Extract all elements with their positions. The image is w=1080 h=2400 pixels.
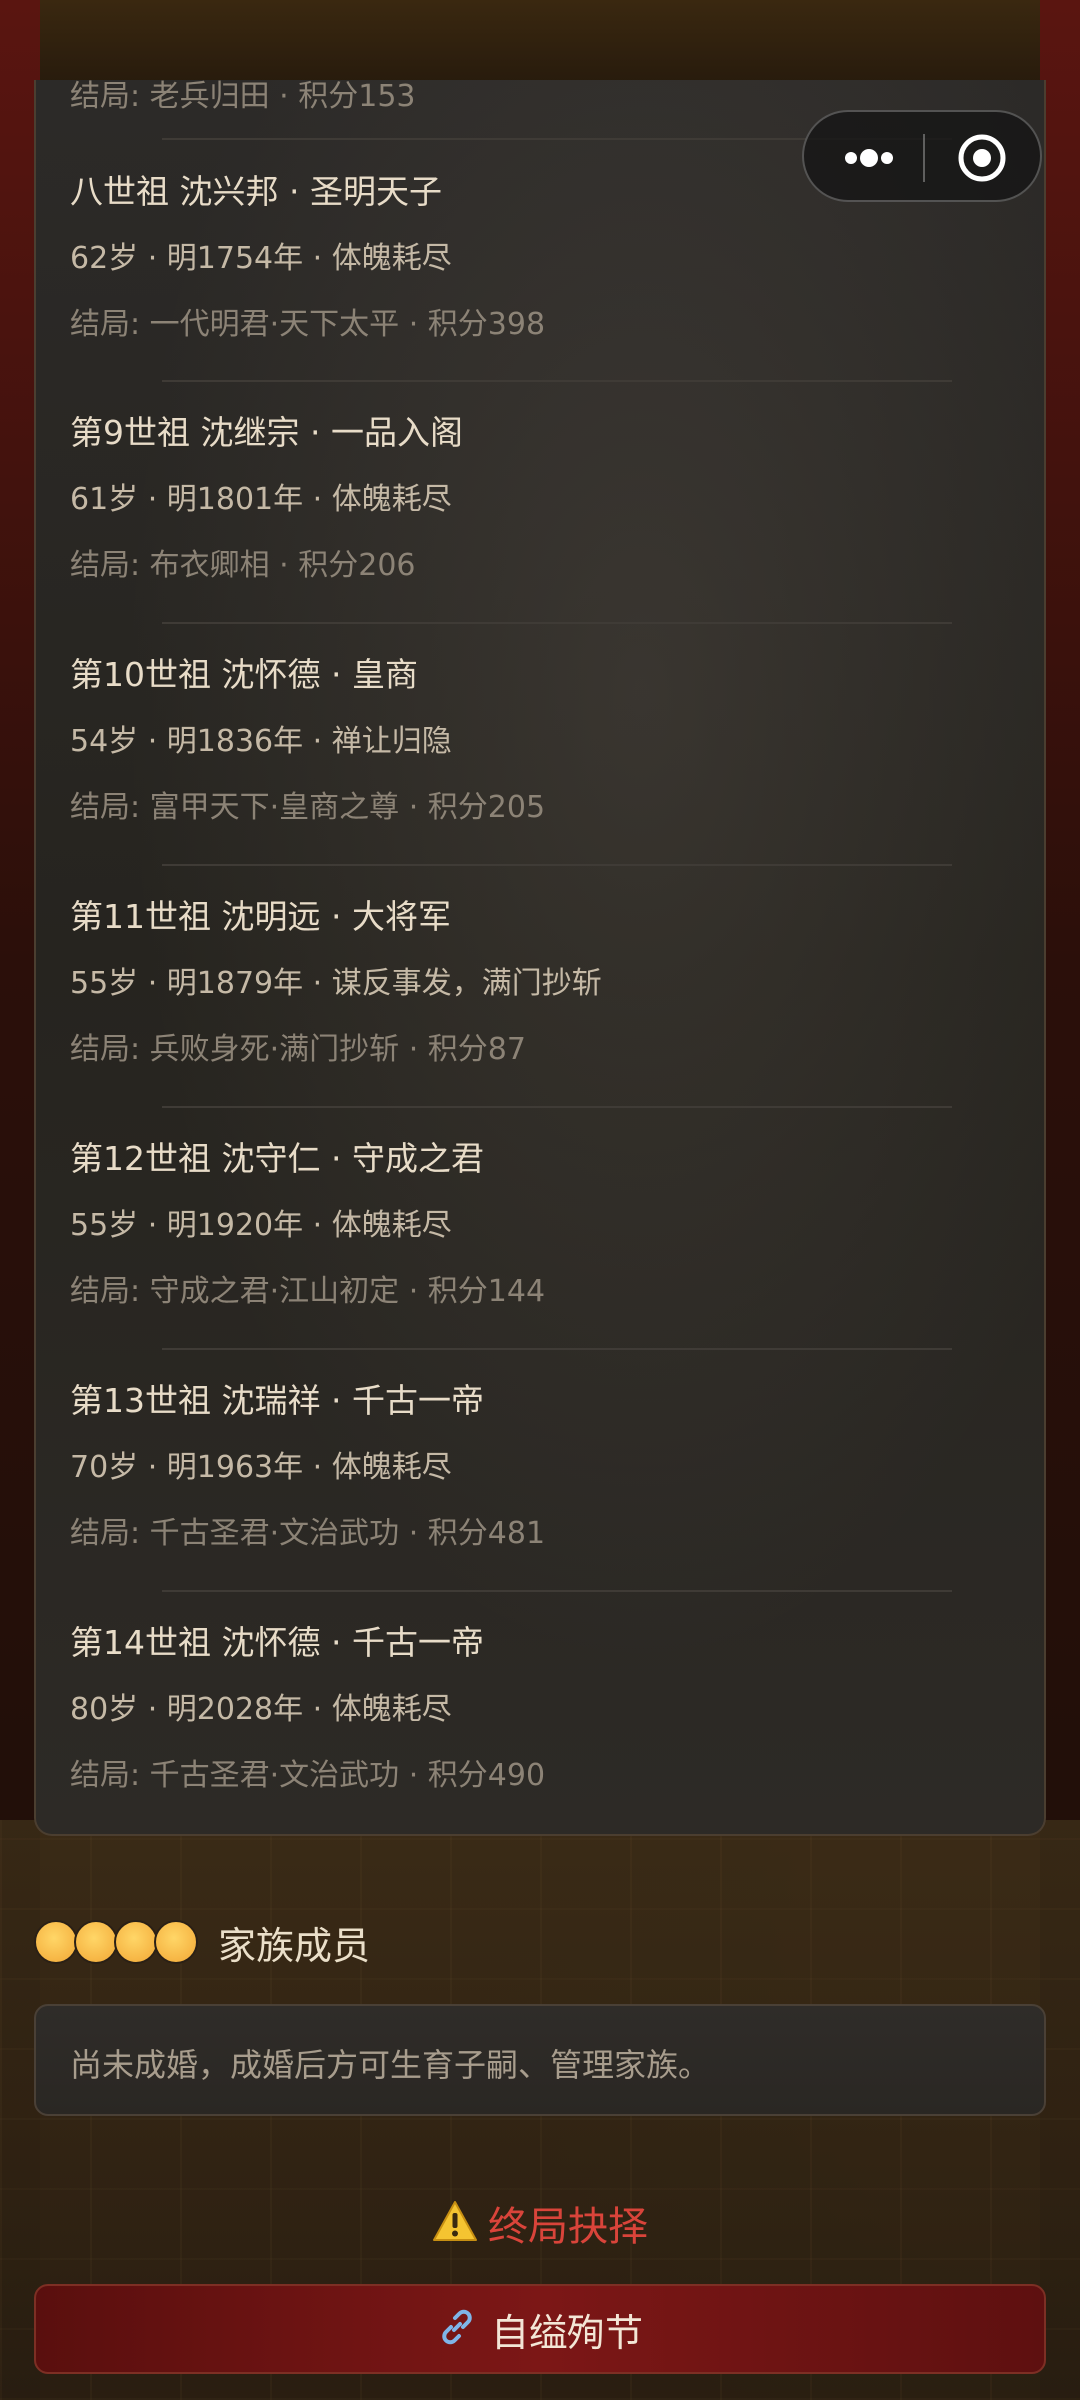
ancestor-list-panel[interactable]: 结局: 老兵归田 · 积分153 八世祖 沈兴邦 · 圣明天子 62岁 · 明1…	[34, 80, 1046, 1836]
ancestor-result: 结局: 一代明君·天下太平 · 积分398	[70, 307, 546, 342]
final-choice-label: 终局抉择	[488, 2204, 648, 2250]
ancestor-title: 第10世祖 沈怀德 · 皇商	[70, 655, 418, 694]
ancestor-stats: 62岁 · 明1754年 · 体魄耗尽	[70, 241, 452, 276]
ancestor-stats: 70岁 · 明1963年 · 体魄耗尽	[70, 1450, 452, 1485]
family-note-text: 尚未成婚，成婚后方可生育子嗣、管理家族。	[70, 2046, 711, 2084]
warning-icon	[432, 2200, 478, 2246]
ancestor-title: 第13世祖 沈瑞祥 · 千古一帝	[70, 1381, 484, 1420]
family-faces-icon	[34, 1920, 198, 1964]
final-choice-heading: 终局抉择	[0, 2193, 1080, 2253]
target-close-icon[interactable]	[954, 130, 1010, 186]
miniprogram-capsule	[802, 110, 1042, 202]
family-section-title: 家族成员	[34, 1912, 370, 1972]
ancestor-result: 结局: 布衣卿相 · 积分206	[70, 548, 416, 583]
divider	[162, 864, 952, 866]
divider	[162, 1106, 952, 1108]
divider	[162, 380, 952, 382]
divider	[162, 622, 952, 624]
family-section-label: 家族成员	[218, 1923, 371, 1968]
ancestor-entry: 第11世祖 沈明远 · 大将军 55岁 · 明1879年 · 谋反事发，满门抄斩…	[70, 897, 970, 1069]
ancestor-title: 第14世祖 沈怀德 · 千古一帝	[70, 1623, 484, 1662]
action-button-label: 自缢殉节	[490, 2310, 643, 2355]
ancestor-entry: 第10世祖 沈怀德 · 皇商 54岁 · 明1836年 · 禅让归隐 结局: 富…	[70, 655, 970, 827]
ancestor-title: 第9世祖 沈继宗 · 一品入阁	[70, 413, 463, 452]
divider	[162, 1590, 952, 1592]
ancestor-result: 结局: 千古圣君·文治武功 · 积分481	[70, 1516, 546, 1551]
ancestor-entry: 第14世祖 沈怀德 · 千古一帝 80岁 · 明2028年 · 体魄耗尽 结局:…	[70, 1623, 970, 1795]
ancestor-result: 结局: 富甲天下·皇商之尊 · 积分205	[70, 790, 546, 825]
ancestor-result: 结局: 兵败身死·满门抄斩 · 积分87	[70, 1032, 526, 1067]
ancestor-stats: 80岁 · 明2028年 · 体魄耗尽	[70, 1692, 452, 1727]
family-note-box: 尚未成婚，成婚后方可生育子嗣、管理家族。	[34, 2004, 1046, 2116]
link-icon	[437, 2307, 477, 2351]
ancestor-title: 第12世祖 沈守仁 · 守成之君	[70, 1139, 484, 1178]
ancestor-entry: 第13世祖 沈瑞祥 · 千古一帝 70岁 · 明1963年 · 体魄耗尽 结局:…	[70, 1381, 970, 1553]
ancestor-result: 结局: 千古圣君·文治武功 · 积分490	[70, 1758, 546, 1793]
more-dots-icon[interactable]	[834, 130, 904, 186]
ancestor-stats: 61岁 · 明1801年 · 体魄耗尽	[70, 482, 452, 517]
capsule-divider	[923, 134, 925, 182]
ancestor-stats: 54岁 · 明1836年 · 禅让归隐	[70, 724, 452, 759]
ancestor-title: 第11世祖 沈明远 · 大将军	[70, 897, 451, 936]
ancestor-entry: 第9世祖 沈继宗 · 一品入阁 61岁 · 明1801年 · 体魄耗尽 结局: …	[70, 413, 970, 585]
ancestor-stats: 55岁 · 明1920年 · 体魄耗尽	[70, 1208, 452, 1243]
ancestor-stats: 55岁 · 明1879年 · 谋反事发，满门抄斩	[70, 966, 602, 1001]
divider	[162, 1348, 952, 1350]
ancestor-result: 结局: 守成之君·江山初定 · 积分144	[70, 1274, 546, 1309]
ancestor-entry: 第12世祖 沈守仁 · 守成之君 55岁 · 明1920年 · 体魄耗尽 结局:…	[70, 1139, 970, 1311]
suicide-loyalty-button[interactable]: 自缢殉节	[34, 2284, 1046, 2374]
